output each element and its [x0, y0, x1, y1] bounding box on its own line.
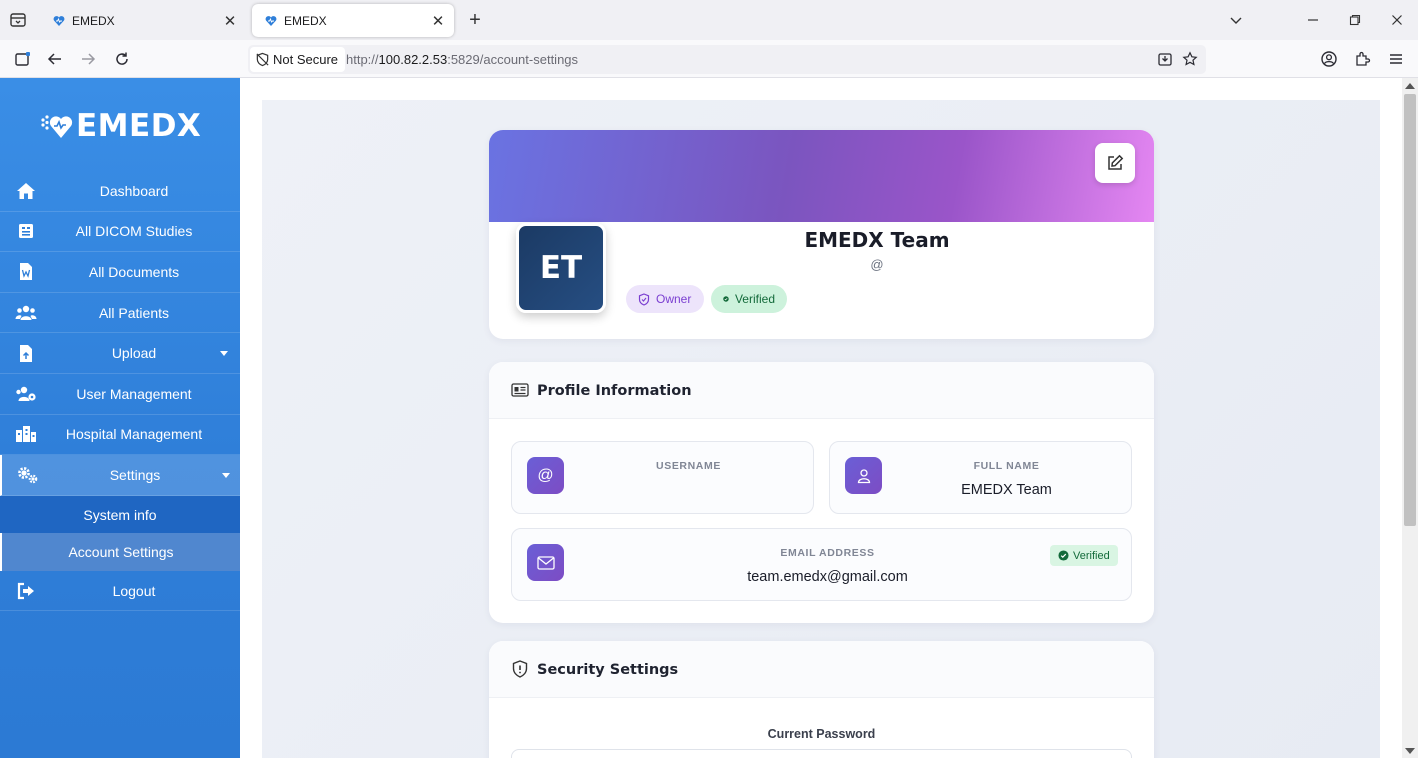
profile-banner — [489, 130, 1154, 222]
profile-handle: @ — [870, 257, 884, 272]
at-sign-icon: @ — [527, 457, 564, 494]
sidebar-toggle-icon[interactable] — [12, 48, 34, 70]
account-icon[interactable] — [1318, 48, 1340, 70]
shield-alert-icon — [511, 660, 529, 678]
email-verified-badge: Verified — [1050, 545, 1118, 566]
scroll-thumb[interactable] — [1404, 94, 1416, 526]
sidebar-item-documents[interactable]: All Documents — [0, 252, 240, 293]
save-to-pocket-icon[interactable] — [1154, 48, 1176, 70]
check-circle-icon — [723, 296, 729, 302]
sidebar-subitem-account-settings[interactable]: Account Settings — [0, 533, 240, 571]
full-name-field: FULL NAME EMEDX Team — [829, 441, 1132, 514]
chevron-down-icon — [222, 472, 230, 478]
emedx-favicon-icon — [264, 14, 278, 28]
back-icon[interactable] — [44, 48, 66, 70]
list-all-tabs-icon[interactable] — [1226, 10, 1246, 30]
new-tab-button[interactable]: + — [464, 9, 486, 31]
not-secure-label: Not Secure — [273, 52, 339, 67]
browser-nav-bar: Not Secure http://100.82.2.53:5829/accou… — [0, 40, 1418, 78]
check-circle-icon — [1058, 550, 1069, 561]
minimize-icon[interactable] — [1303, 10, 1323, 30]
profile-information-title: Profile Information — [537, 383, 692, 399]
restore-icon[interactable] — [1345, 10, 1365, 30]
tab-close-icon[interactable]: ✕ — [430, 13, 446, 30]
tab-title: EMEDX — [284, 13, 327, 28]
edit-icon — [1108, 154, 1124, 170]
profile-information-header: Profile Information — [489, 362, 1154, 419]
browser-tab[interactable]: EMEDX ✕ — [40, 4, 246, 37]
scroll-down-icon[interactable] — [1405, 748, 1415, 754]
page-scrollbar[interactable] — [1402, 78, 1418, 758]
sidebar-subitem-system-info[interactable]: System info — [0, 496, 240, 534]
security-settings-card: Security Settings Current Password — [489, 641, 1154, 758]
sidebar-item-dashboard[interactable]: Dashboard — [0, 171, 240, 212]
sidebar-item-user-management[interactable]: User Management — [0, 374, 240, 415]
user-icon — [845, 457, 882, 494]
brand-logo[interactable]: EMEDX — [40, 108, 201, 144]
close-window-icon[interactable] — [1387, 10, 1407, 30]
edit-profile-button[interactable] — [1095, 143, 1135, 183]
address-bar[interactable]: Not Secure http://100.82.2.53:5829/accou… — [248, 45, 1206, 74]
username-label: USERNAME — [656, 460, 721, 472]
browser-tab-active[interactable]: EMEDX ✕ — [252, 4, 454, 37]
email-label: EMAIL ADDRESS — [780, 547, 875, 559]
chevron-down-icon — [220, 351, 228, 357]
profile-header-card: ET EMEDX Team @ Owner Verified — [489, 130, 1154, 339]
tab-close-icon[interactable]: ✕ — [222, 13, 238, 30]
sidebar-item-settings[interactable]: Settings — [0, 455, 240, 496]
tab-title: EMEDX — [72, 13, 115, 28]
sidebar-item-logout[interactable]: Logout — [0, 571, 240, 612]
full-name-value: EMEDX Team — [961, 482, 1052, 498]
sidebar-item-hospital-management[interactable]: Hospital Management — [0, 415, 240, 456]
envelope-icon — [527, 544, 564, 581]
shield-slash-icon — [256, 52, 269, 67]
security-settings-header: Security Settings — [489, 641, 1154, 698]
owner-badge: Owner — [626, 285, 704, 313]
sidebar-item-patients[interactable]: All Patients — [0, 293, 240, 334]
emedx-logo-icon — [41, 115, 73, 138]
security-settings-title: Security Settings — [537, 662, 679, 678]
sidebar-item-upload[interactable]: Upload — [0, 333, 240, 374]
brand-name: EMEDX — [76, 108, 202, 144]
email-value: team.emedx@gmail.com — [747, 569, 908, 585]
profile-information-card: Profile Information @ USERNAME FULL NAME… — [489, 362, 1154, 623]
browser-tab-bar: EMEDX ✕ EMEDX ✕ + — [0, 0, 1418, 40]
not-secure-indicator[interactable]: Not Secure — [250, 47, 346, 72]
reload-icon[interactable] — [111, 48, 133, 70]
extensions-icon[interactable] — [1352, 48, 1374, 70]
forward-icon[interactable] — [77, 48, 99, 70]
current-password-label: Current Password — [767, 727, 876, 741]
shield-icon — [638, 292, 650, 306]
sidebar: EMEDX Dashboard All DICOM Studies All Do… — [0, 78, 240, 758]
menu-icon[interactable] — [1385, 48, 1407, 70]
username-field: @ USERNAME — [511, 441, 814, 514]
id-card-icon — [511, 381, 529, 399]
emedx-favicon-icon — [52, 14, 66, 28]
scroll-up-icon[interactable] — [1405, 83, 1415, 89]
current-password-input[interactable] — [511, 749, 1132, 758]
profile-name: EMEDX Team — [804, 228, 950, 252]
sidebar-menu: Dashboard All DICOM Studies All Document… — [0, 171, 240, 612]
bookmark-star-icon[interactable] — [1179, 48, 1201, 70]
full-name-label: FULL NAME — [973, 460, 1040, 472]
settings-submenu: System info Account Settings — [0, 495, 240, 571]
url-text[interactable]: http://100.82.2.53:5829/account-settings — [346, 52, 578, 67]
email-field: EMAIL ADDRESS team.emedx@gmail.com Verif… — [511, 528, 1132, 601]
sidebar-item-dicom-studies[interactable]: All DICOM Studies — [0, 212, 240, 253]
tab-list-icon[interactable] — [6, 8, 30, 32]
verified-badge: Verified — [711, 285, 787, 313]
